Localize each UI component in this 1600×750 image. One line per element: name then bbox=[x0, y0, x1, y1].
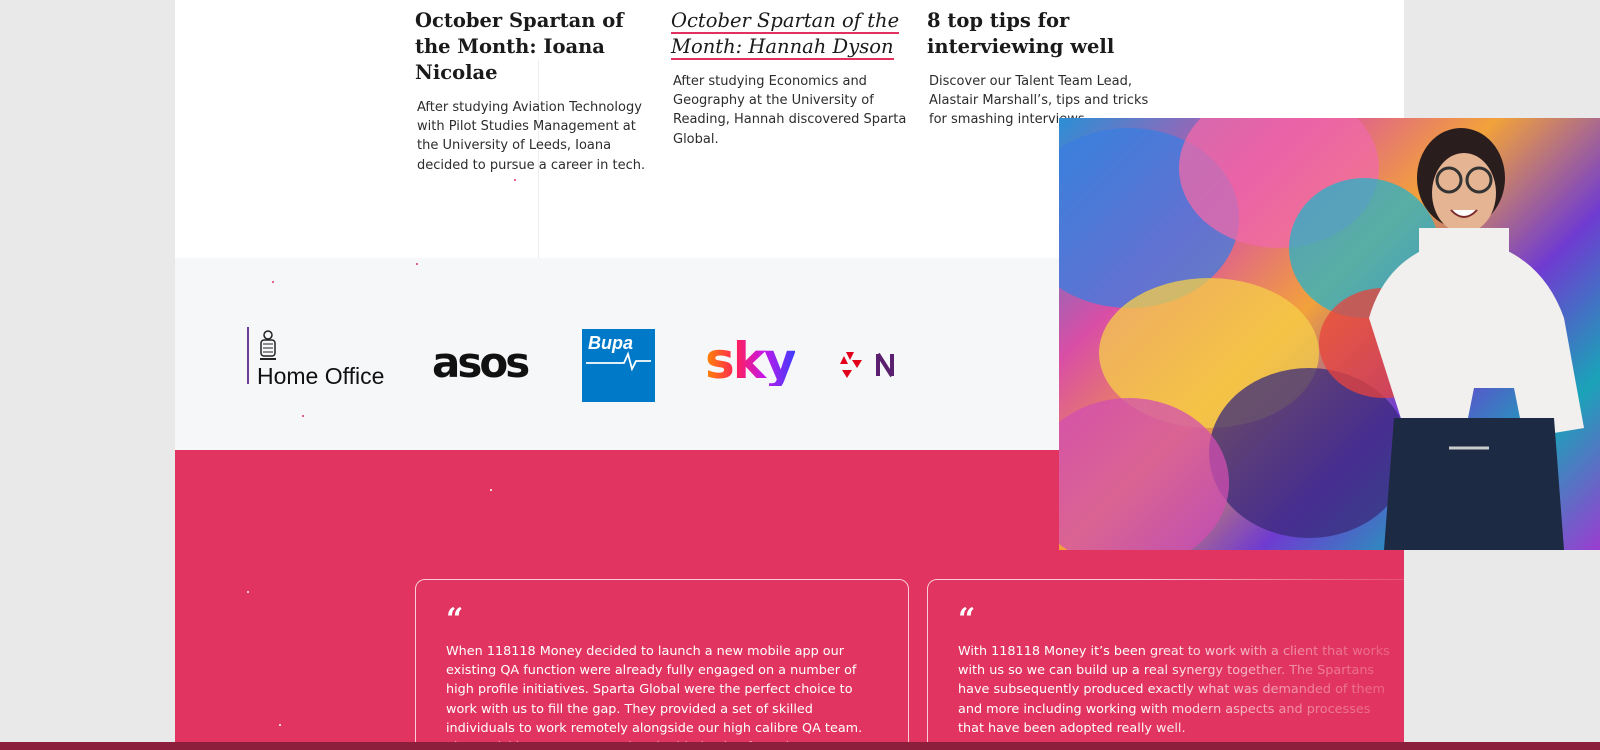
decor-dot bbox=[514, 179, 516, 181]
person-figure bbox=[1369, 128, 1584, 550]
heartbeat-icon bbox=[586, 351, 651, 371]
testimonial-text: When 118118 Money decided to launch a ne… bbox=[446, 644, 863, 750]
article-title-link[interactable]: October Spartan of the Month: Hannah Dys… bbox=[671, 9, 900, 60]
crest-icon bbox=[260, 330, 276, 360]
sky-logo: sky bbox=[705, 332, 797, 390]
article-card-ioana[interactable]: October Spartan of the Month: Ioana Nico… bbox=[415, 8, 651, 175]
article-card-interview-tips[interactable]: 8 top tips for interviewing well Discove… bbox=[927, 8, 1163, 130]
article-card-hannah[interactable]: October Spartan of the Month: Hannah Dys… bbox=[671, 8, 907, 149]
decor-dot bbox=[416, 263, 418, 265]
decor-dot bbox=[272, 281, 274, 283]
home-office-bar bbox=[247, 327, 249, 384]
decor-dot bbox=[279, 724, 281, 726]
article-excerpt: After studying Economics and Geography a… bbox=[673, 74, 907, 147]
bupa-logo: Bupa bbox=[582, 329, 655, 402]
article-title[interactable]: October Spartan of the Month: Ioana Nico… bbox=[415, 8, 651, 86]
decor-dot bbox=[490, 489, 492, 491]
asos-logo: asos bbox=[432, 338, 530, 387]
natwest-cubes-icon bbox=[840, 352, 894, 378]
decor-dot bbox=[302, 415, 304, 417]
quote-icon: “ bbox=[446, 602, 464, 637]
article-title[interactable]: 8 top tips for interviewing well bbox=[927, 8, 1163, 60]
woman-photo bbox=[1059, 118, 1600, 550]
article-excerpt: After studying Aviation Technology with … bbox=[417, 100, 646, 173]
natwest-logo: N bbox=[838, 350, 908, 385]
footer-strip bbox=[0, 742, 1600, 750]
home-office-text: Home Office bbox=[257, 363, 385, 389]
testimonial-card: “ When 118118 Money decided to launch a … bbox=[415, 579, 909, 750]
decor-dot bbox=[247, 591, 249, 593]
article-title[interactable]: October Spartan of the Month: Hannah Dys… bbox=[671, 8, 907, 60]
